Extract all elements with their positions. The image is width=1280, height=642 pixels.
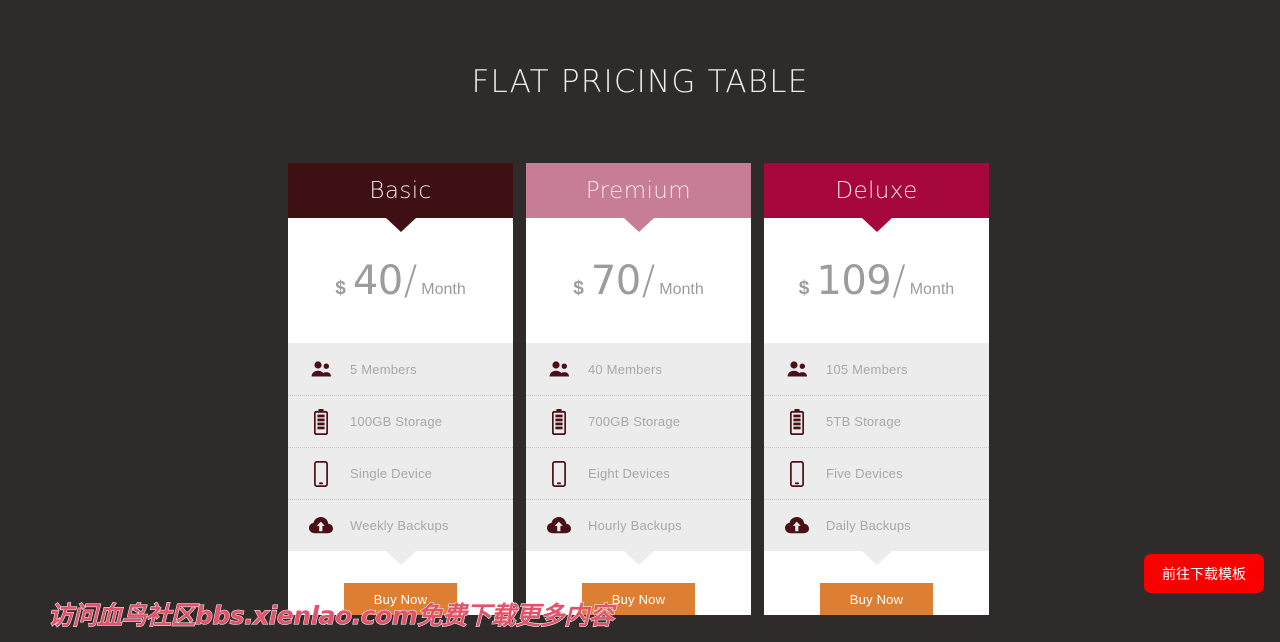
battery-icon	[544, 408, 574, 435]
price-amount: 40	[352, 257, 403, 304]
smartphone-icon	[782, 460, 812, 487]
header-notch-icon	[385, 218, 416, 232]
feature-label: 105 Members	[826, 361, 908, 377]
card-header-basic: Basic	[288, 163, 513, 232]
feature-label: 40 Members	[588, 361, 663, 377]
download-template-button[interactable]: 前往下载模板	[1144, 554, 1264, 593]
pricing-card-deluxe: Deluxe $ 109 / Month 105 Members 5TB Sto…	[764, 163, 989, 615]
feature-label: Single Device	[350, 466, 433, 481]
cloud-upload-icon	[782, 517, 812, 534]
price-currency: $	[335, 277, 346, 299]
pricing-table: Basic $ 40 / Month 5 Members 100GB Stora…	[288, 163, 989, 615]
feature-row: Weekly Backups	[288, 499, 513, 551]
feature-row: Hourly Backups	[526, 499, 751, 551]
feature-row: Single Device	[288, 447, 513, 499]
users-icon	[544, 361, 574, 377]
features-notch-icon	[385, 551, 416, 565]
feature-label: Hourly Backups	[588, 518, 682, 533]
price-period: Month	[659, 280, 704, 298]
plan-name: Premium	[585, 177, 692, 204]
plan-name: Deluxe	[835, 177, 918, 204]
feature-list: 5 Members 100GB Storage Single Device We…	[288, 343, 513, 565]
features-notch-icon	[861, 551, 892, 565]
feature-label: 100GB Storage	[350, 414, 443, 429]
feature-label: 5TB Storage	[826, 414, 902, 429]
price-area: $ 40 / Month	[288, 218, 513, 343]
price-currency: $	[798, 277, 810, 299]
header-notch-icon	[861, 218, 892, 232]
feature-label: Eight Devices	[588, 466, 671, 481]
feature-label: Weekly Backups	[350, 518, 449, 533]
card-header-premium: Premium	[526, 163, 751, 232]
feature-label: 5 Members	[350, 361, 417, 377]
features-notch-icon	[623, 551, 654, 565]
pricing-card-basic: Basic $ 40 / Month 5 Members 100GB Stora…	[288, 163, 513, 615]
feature-row: 5 Members	[288, 343, 513, 395]
battery-icon	[306, 408, 336, 435]
price-slash: /	[641, 257, 656, 304]
price-slash: /	[403, 257, 418, 304]
feature-row: 105 Members	[764, 343, 989, 395]
battery-icon	[782, 408, 812, 435]
buy-now-button[interactable]: Buy Now	[820, 583, 933, 615]
feature-list: 105 Members 5TB Storage Five Devices Dai…	[764, 343, 989, 565]
smartphone-icon	[544, 460, 574, 487]
feature-row: 100GB Storage	[288, 395, 513, 447]
feature-label: Five Devices	[826, 466, 903, 481]
page-title: FLAT PRICING TABLE	[471, 64, 809, 100]
feature-row: Daily Backups	[764, 499, 989, 551]
users-icon	[782, 361, 812, 377]
price-area: $ 109 / Month	[764, 218, 989, 343]
cloud-upload-icon	[544, 517, 574, 534]
feature-row: 700GB Storage	[526, 395, 751, 447]
feature-label: Daily Backups	[826, 518, 911, 533]
card-header-deluxe: Deluxe	[764, 163, 989, 232]
header-notch-icon	[623, 218, 654, 232]
feature-label: 700GB Storage	[588, 414, 681, 429]
price-amount: 70	[590, 257, 641, 304]
price-amount: 109	[816, 257, 892, 304]
price-currency: $	[573, 277, 584, 299]
feature-row: Five Devices	[764, 447, 989, 499]
watermark-text: 访问血鸟社区bbs.xienlao.com免费下载更多内容	[47, 601, 614, 631]
feature-row: Eight Devices	[526, 447, 751, 499]
feature-list: 40 Members 700GB Storage Eight Devices H…	[526, 343, 751, 565]
plan-name: Basic	[369, 177, 432, 204]
smartphone-icon	[306, 460, 336, 487]
feature-row: 5TB Storage	[764, 395, 989, 447]
price-period: Month	[909, 280, 955, 298]
price-area: $ 70 / Month	[526, 218, 751, 343]
users-icon	[306, 361, 336, 377]
price-slash: /	[892, 257, 906, 304]
cloud-upload-icon	[306, 517, 336, 534]
feature-row: 40 Members	[526, 343, 751, 395]
price-period: Month	[421, 280, 466, 298]
pricing-card-premium: Premium $ 70 / Month 40 Members 700GB St…	[526, 163, 751, 615]
